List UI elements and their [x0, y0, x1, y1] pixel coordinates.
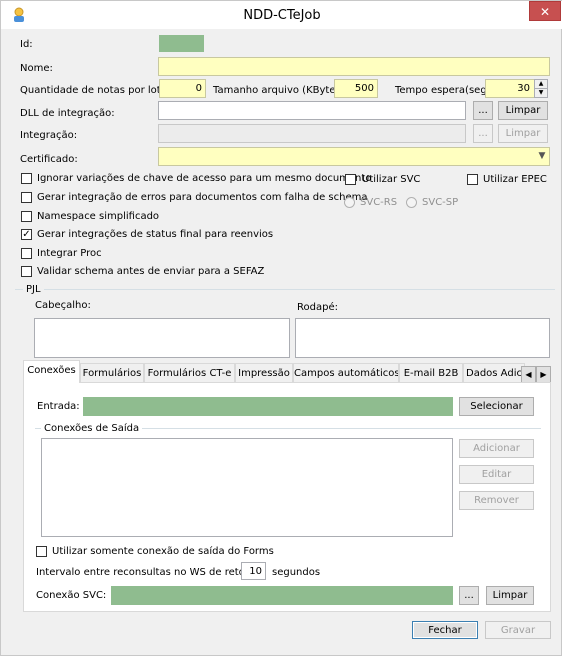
rodape-label: Rodapé: [297, 302, 338, 313]
conexao-svc-label: Conexão SVC: [36, 590, 107, 601]
integrar-proc-checkbox[interactable] [21, 248, 32, 259]
adicionar-button: Adicionar [459, 439, 534, 458]
cabecalho-label: Cabeçalho: [35, 300, 91, 311]
tab-email-b2b[interactable]: E-mail B2B [399, 363, 463, 383]
fechar-button[interactable]: Fechar [412, 621, 478, 639]
tab-impressao[interactable]: Impressão [235, 363, 293, 383]
rodape-textarea[interactable] [295, 318, 550, 358]
certificado-combo[interactable] [158, 147, 550, 166]
tempo-input[interactable]: 30 [485, 79, 536, 98]
tab-formularios-cte[interactable]: Formulários CT-e [144, 363, 235, 383]
ignorar-checkbox[interactable] [21, 173, 32, 184]
integracao-limpar-button: Limpar [498, 124, 548, 143]
intervalo-label: Intervalo entre reconsultas no WS de ret… [36, 567, 265, 578]
gerar-status-checkbox[interactable]: ✓ [21, 229, 32, 240]
tab-campos-automaticos[interactable]: Campos automáticos [293, 363, 399, 383]
svc-rs-radio [344, 197, 355, 208]
tab-dados-adic[interactable]: Dados Adic [463, 363, 525, 383]
dll-input[interactable] [158, 101, 466, 120]
svc-sp-label: SVC-SP [422, 197, 459, 208]
conexoes-saida-title: Conexões de Saída [41, 423, 143, 435]
editar-button: Editar [459, 465, 534, 484]
certificado-label: Certificado: [20, 154, 78, 165]
remover-button: Remover [459, 491, 534, 510]
integracao-input [158, 124, 466, 143]
tab-formularios[interactable]: Formulários [80, 363, 144, 383]
close-button[interactable]: ✕ [529, 1, 561, 21]
svc-limpar-button[interactable]: Limpar [486, 586, 534, 605]
gerar-status-label: Gerar integrações de status final para r… [37, 229, 274, 240]
conexao-svc-field [111, 586, 453, 605]
tab-scroll-right-icon[interactable]: ▶ [536, 366, 551, 383]
svc-sp-radio [406, 197, 417, 208]
title-bar: NDD-CTeJob ✕ [1, 1, 562, 29]
nome-input[interactable] [158, 57, 550, 76]
close-icon: ✕ [539, 5, 551, 19]
ignorar-label: Ignorar variações de chave de acesso par… [37, 173, 372, 184]
somente-forms-checkbox[interactable] [36, 546, 47, 557]
utilizar-svc-checkbox[interactable] [345, 174, 356, 185]
svc-rs-label: SVC-RS [360, 197, 398, 208]
pjl-group-border [15, 289, 555, 290]
segundos-label: segundos [272, 567, 321, 578]
gerar-erros-checkbox[interactable] [21, 192, 32, 203]
id-label: Id: [20, 39, 33, 50]
dll-browse-button[interactable]: ... [473, 101, 493, 120]
validar-schema-label: Validar schema antes de enviar para a SE… [37, 266, 265, 277]
dll-label: DLL de integração: [20, 108, 115, 119]
tempo-label: Tempo espera(seg): [395, 85, 494, 96]
chevron-down-icon[interactable]: ▼ [535, 148, 549, 165]
integrar-proc-label: Integrar Proc [37, 248, 102, 259]
dll-limpar-button[interactable]: Limpar [498, 101, 548, 120]
quantidade-label: Quantidade de notas por lote: [20, 85, 171, 96]
utilizar-epec-label: Utilizar EPEC [483, 174, 547, 185]
nome-label: Nome: [20, 63, 53, 74]
id-field [159, 35, 204, 52]
namespace-label: Namespace simplificado [37, 211, 160, 222]
integracao-browse-button: ... [473, 124, 493, 143]
tamanho-label: Tamanho arquivo (KBytes): [213, 85, 348, 96]
quantidade-input[interactable]: 0 [159, 79, 206, 98]
check-icon: ✓ [22, 229, 31, 240]
integracao-label: Integração: [20, 130, 78, 141]
tamanho-input[interactable]: 500 [334, 79, 378, 98]
entrada-field [83, 397, 453, 416]
tab-scroll-left-icon[interactable]: ◀ [521, 366, 536, 383]
window-title: NDD-CTeJob [243, 8, 321, 23]
cabecalho-textarea[interactable] [34, 318, 290, 358]
gerar-erros-label: Gerar integração de erros para documento… [37, 192, 368, 203]
selecionar-button[interactable]: Selecionar [459, 397, 534, 416]
gravar-button: Gravar [485, 621, 551, 639]
validar-schema-checkbox[interactable] [21, 266, 32, 277]
entrada-label: Entrada: [37, 401, 80, 412]
namespace-checkbox[interactable] [21, 211, 32, 222]
svc-browse-button[interactable]: ... [459, 586, 479, 605]
main-window: NDD-CTeJob ✕ Id: Nome: Quantidade de not… [0, 0, 562, 656]
pjl-group-title: PJL [23, 284, 44, 296]
conexoes-saida-list[interactable] [41, 438, 453, 537]
utilizar-svc-label: Utilizar SVC [362, 174, 421, 185]
utilizar-epec-checkbox[interactable] [467, 174, 478, 185]
somente-forms-label: Utilizar somente conexão de saída do For… [52, 546, 274, 557]
intervalo-input[interactable]: 10 [241, 562, 266, 580]
tempo-spin-down-icon[interactable]: ▼ [534, 88, 548, 98]
tab-conexoes[interactable]: Conexões [23, 360, 80, 383]
